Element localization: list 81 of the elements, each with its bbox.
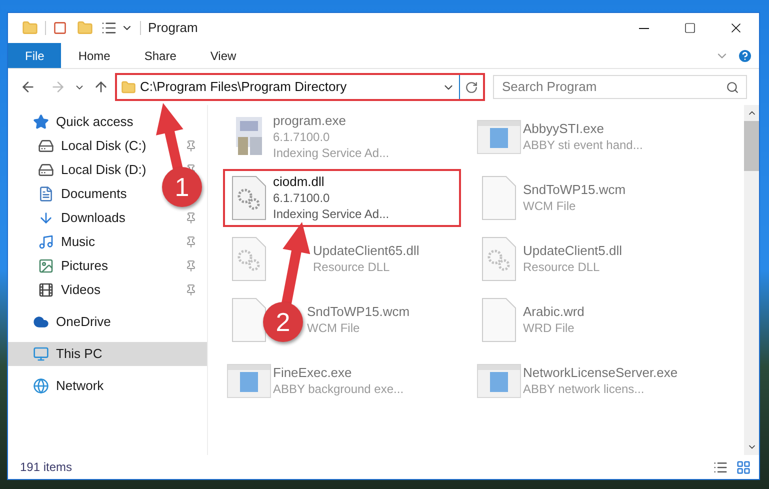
file-icon [482,176,516,220]
pin-icon[interactable] [185,140,197,152]
file-name[interactable]: AbbyySTI.exe [523,121,643,137]
application-icon [477,364,521,398]
drive-icon [38,162,54,178]
nav-item[interactable]: Network [8,374,112,398]
star-icon [33,114,49,130]
refresh-icon[interactable] [465,80,478,94]
download-icon [38,210,54,226]
gear-file-icon [232,176,266,220]
file-name[interactable]: NetworkLicenseServer.exe [523,365,678,381]
maximize-icon [684,22,696,34]
file-detail: WCM File [307,320,361,336]
address-field[interactable]: C:\Program Files\Program Directory [117,75,460,99]
file-detail: WCM File [523,198,577,214]
nav-item[interactable]: Pictures [8,254,116,278]
nav-item[interactable]: Local Disk (C:) [8,134,154,158]
window-title: Program [148,19,198,38]
nav-item[interactable]: This PC [8,342,207,366]
scrollbar[interactable] [744,105,759,455]
monitor-icon [33,346,49,362]
music-note-icon [38,234,54,250]
scroll-thumb[interactable] [744,121,759,171]
application-icon [227,364,271,398]
ribbon-tab[interactable]: Share [127,43,194,68]
cloud-icon [33,314,49,330]
file-name[interactable]: program.exe [273,113,390,129]
file-icon [482,298,516,342]
search-field[interactable]: Search Program [493,74,747,99]
file-detail: ABBY network licens... [523,381,646,397]
file-detail: ABBY background exe... [273,381,404,397]
back-icon[interactable] [20,79,36,95]
up-icon[interactable] [93,79,109,95]
file-detail: Indexing Service Ad... [273,206,390,222]
file-name[interactable]: UpdateClient65.dll [313,243,420,259]
file-name[interactable]: Arabic.wrd [523,304,584,320]
globe-icon [33,378,49,394]
nav-item[interactable]: Local Disk (D:) [8,158,154,182]
file-detail: 6.1.7100.0 [273,190,331,206]
ribbon-tab[interactable]: View [193,43,254,68]
help-icon[interactable] [737,48,753,64]
document-icon [38,186,54,202]
nav-item[interactable]: Documents [8,182,135,206]
nav-item[interactable]: Videos [8,278,109,302]
file-detail: Resource DLL [313,259,391,275]
folder-icon [121,80,136,94]
file-detail: Indexing Service Ad... [273,145,390,161]
gear-file-icon [232,237,266,281]
nav-item[interactable]: Downloads [8,206,134,230]
nav-item[interactable]: Music [8,230,103,254]
pin-icon[interactable] [185,260,197,272]
file-name[interactable]: ciodm.dll [273,174,390,190]
address-path: C:\Program Files\Program Directory [140,78,348,96]
properties-icon[interactable] [53,21,67,35]
file-detail: WRD File [523,320,576,336]
large-icons-view-icon[interactable] [736,460,751,474]
file-name[interactable]: FineExec.exe [273,365,404,381]
application-icon [477,120,521,154]
nav-item[interactable]: OneDrive [8,310,119,334]
details-view-icon[interactable] [713,460,728,474]
search-icon [726,80,739,94]
picture-icon [38,258,54,274]
file-item[interactable]: ciodm.dll 6.1.7100.0 Indexing Service Ad... [223,169,461,227]
ribbon-tab[interactable]: File [8,43,62,68]
pin-icon[interactable] [185,212,197,224]
gear-file-icon [482,237,516,281]
file-detail: Resource DLL [523,259,601,275]
view-icon[interactable] [101,20,117,36]
file-name[interactable]: SndToWP15.wcm [307,304,410,320]
status-text: 191 items [20,459,72,476]
file-detail: 6.1.7100.0 [273,129,331,145]
file-detail: ABBY sti event hand... [523,137,643,153]
file-name[interactable]: UpdateClient5.dll [523,243,622,259]
pin-icon[interactable] [185,236,197,248]
drive-icon [38,138,54,154]
film-icon [38,282,54,298]
file-name[interactable]: SndToWP15.wcm [523,182,626,198]
ribbon-tab[interactable]: Home [61,43,128,68]
file-icon [232,298,266,342]
pin-icon[interactable] [185,284,197,296]
nav-item[interactable]: Quick access [8,110,142,134]
